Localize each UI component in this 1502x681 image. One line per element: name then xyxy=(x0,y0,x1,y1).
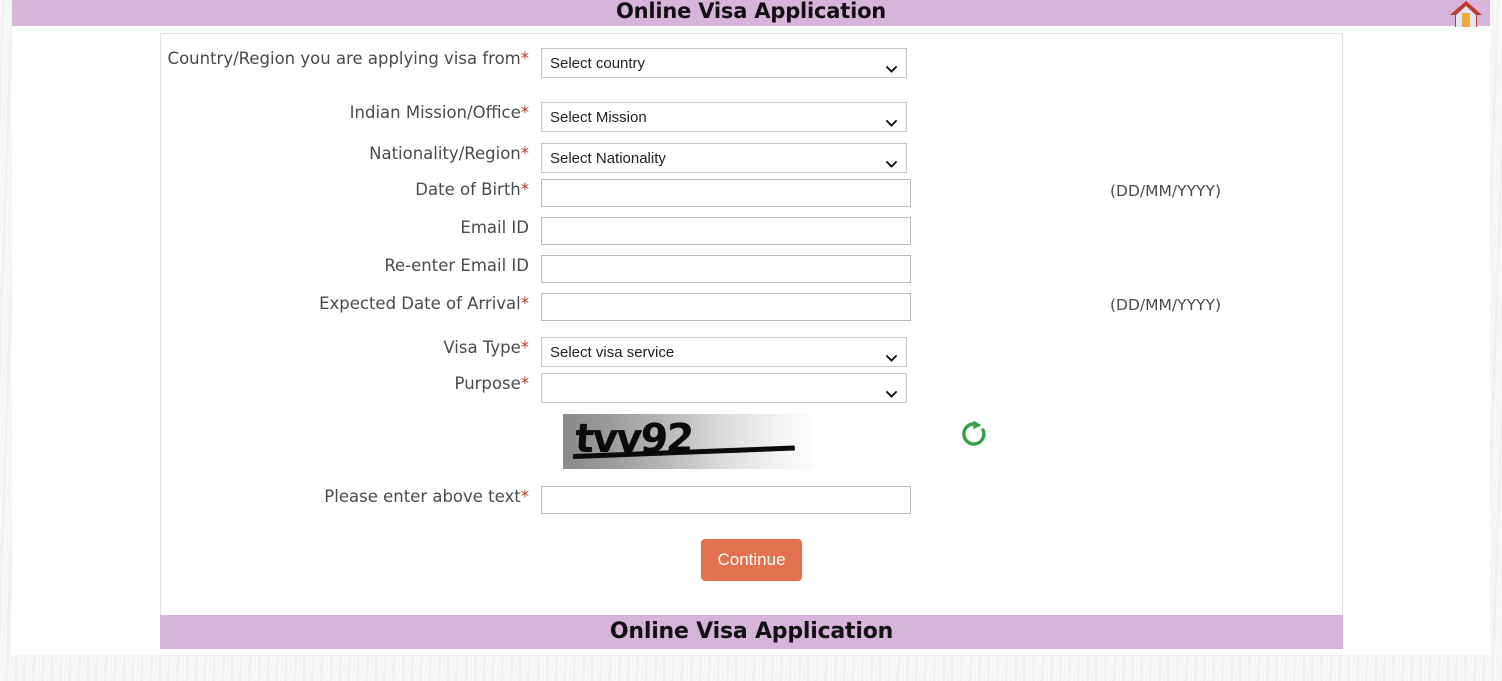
field-control: Select Nationality xyxy=(541,143,907,173)
required-asterisk: * xyxy=(520,374,529,393)
field-control: Select visa service xyxy=(541,337,907,367)
form-rows: Country/Region you are applying visa fro… xyxy=(161,34,1342,615)
select-wrapper: Select country xyxy=(541,48,907,78)
field-label-text: Visa Type xyxy=(443,338,521,357)
field-label: Date of Birth* xyxy=(161,179,541,201)
field-control xyxy=(541,255,911,283)
footer-title: Online Visa Application xyxy=(609,619,894,644)
form-row: Nationality/Region* Select Nationality xyxy=(161,143,1342,173)
field-label: Indian Mission/Office* xyxy=(161,102,541,124)
text-input-5[interactable] xyxy=(541,255,911,283)
text-input-3[interactable] xyxy=(541,179,911,207)
form-row: Indian Mission/Office* Select Mission xyxy=(161,102,1342,132)
page-title: Online Visa Application xyxy=(615,0,887,23)
refresh-icon[interactable] xyxy=(959,419,989,449)
form-row: Country/Region you are applying visa fro… xyxy=(161,48,1342,78)
required-asterisk: * xyxy=(520,180,529,199)
required-asterisk: * xyxy=(520,294,529,313)
form-row: Please enter above text* xyxy=(161,486,1342,514)
field-label: Country/Region you are applying visa fro… xyxy=(161,48,541,70)
field-label: Expected Date of Arrival* xyxy=(161,293,541,315)
required-asterisk: * xyxy=(520,49,529,68)
field-label-text: Indian Mission/Office xyxy=(349,103,521,122)
text-input-4[interactable] xyxy=(541,217,911,245)
field-label: Please enter above text* xyxy=(161,486,541,508)
continue-button[interactable]: Continue xyxy=(701,539,802,581)
form-row: Date of Birth* (DD/MM/YYYY) xyxy=(161,179,1342,207)
form-row: Visa Type* Select visa service xyxy=(161,337,1342,367)
form-row: Purpose* xyxy=(161,373,1342,403)
field-hint: (DD/MM/YYYY) xyxy=(1110,296,1222,314)
field-label-text: Expected Date of Arrival xyxy=(319,294,521,313)
form-row: Re-enter Email ID xyxy=(161,255,1342,283)
required-asterisk: * xyxy=(520,144,529,163)
text-input-6[interactable] xyxy=(541,293,911,321)
select-7[interactable]: Select visa service xyxy=(541,337,907,367)
form-row: Expected Date of Arrival* (DD/MM/YYYY) xyxy=(161,293,1342,321)
form-row: Email ID xyxy=(161,217,1342,245)
field-control xyxy=(541,293,911,321)
select-2[interactable]: Select Nationality xyxy=(541,143,907,173)
field-control xyxy=(541,179,911,207)
select-wrapper xyxy=(541,373,907,403)
visa-application-form-container: Country/Region you are applying visa fro… xyxy=(160,33,1343,615)
field-label: Re-enter Email ID xyxy=(161,255,541,277)
field-hint: (DD/MM/YYYY) xyxy=(1110,182,1222,200)
page-header-banner: Online Visa Application xyxy=(12,0,1490,27)
field-label: Purpose* xyxy=(161,373,541,395)
field-label-text: Country/Region you are applying visa fro… xyxy=(167,49,521,68)
field-label: Email ID xyxy=(161,217,541,239)
required-asterisk: * xyxy=(520,487,529,506)
field-control xyxy=(541,217,911,245)
text-input-9[interactable] xyxy=(541,486,911,514)
field-label-text: Date of Birth xyxy=(415,180,521,199)
required-asterisk: * xyxy=(520,338,529,357)
select-wrapper: Select Mission xyxy=(541,102,907,132)
field-label-text: Re-enter Email ID xyxy=(384,256,529,275)
field-label: Visa Type* xyxy=(161,337,541,359)
select-0[interactable]: Select country xyxy=(541,48,907,78)
field-control xyxy=(541,486,911,514)
field-label-text: Email ID xyxy=(460,218,529,237)
field-control: Select country xyxy=(541,48,907,78)
captcha-image: tvv92 xyxy=(563,414,812,469)
required-asterisk: * xyxy=(520,103,529,122)
field-label: Nationality/Region* xyxy=(161,143,541,165)
home-icon[interactable] xyxy=(1446,0,1486,30)
field-control: Select Mission xyxy=(541,102,907,132)
field-label-text: Nationality/Region xyxy=(369,144,521,163)
select-wrapper: Select visa service xyxy=(541,337,907,367)
select-1[interactable]: Select Mission xyxy=(541,102,907,132)
select-8[interactable] xyxy=(541,373,907,403)
field-control xyxy=(541,373,907,403)
page-footer-banner: Online Visa Application xyxy=(160,615,1343,649)
field-label-text: Purpose xyxy=(454,374,521,393)
field-label-text: Please enter above text xyxy=(324,487,521,506)
select-wrapper: Select Nationality xyxy=(541,143,907,173)
